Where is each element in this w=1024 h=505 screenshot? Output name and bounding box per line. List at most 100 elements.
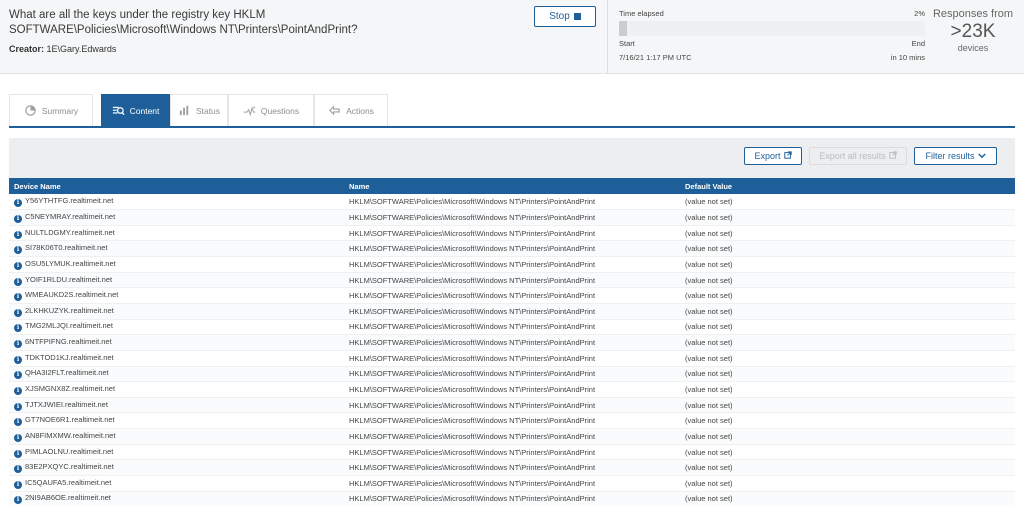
- device-name-cell: i TMG2MLJQI.realtimeit.net: [9, 319, 344, 336]
- device-name-cell: i TJTXJWIEI.realtimeit.net: [9, 397, 344, 414]
- device-name: Y56YTHTFG.realtimeit.net: [25, 196, 114, 206]
- filter-results-button[interactable]: Filter results: [914, 147, 997, 165]
- device-name: 6NTFPIFNG.realtimeit.net: [25, 337, 112, 347]
- info-icon[interactable]: i: [14, 308, 22, 317]
- table-row[interactable]: i TDKTOD1KJ.realtimeit.net HKLM\SOFTWARE\P…: [9, 350, 1015, 367]
- device-name: TJTXJWIEI.realtimeit.net: [25, 399, 108, 409]
- device-name-cell: i IC5QAUFA5.realtimeit.net: [9, 475, 344, 492]
- default-value-cell: (value not set): [680, 334, 1015, 351]
- device-name: GT7NOE6R1.realtimeit.net: [25, 415, 115, 425]
- info-icon[interactable]: i: [14, 402, 22, 411]
- info-icon[interactable]: i: [14, 480, 22, 489]
- svg-text:+: +: [252, 104, 256, 110]
- info-icon[interactable]: i: [14, 214, 22, 223]
- default-value-cell: (value not set): [680, 194, 1015, 211]
- table-row[interactable]: i 6NTFPIFNG.realtimeit.net HKLM\SOFTWARE\P…: [9, 334, 1015, 351]
- default-value-cell: (value not set): [680, 256, 1015, 273]
- table-row[interactable]: i GT7NOE6R1.realtimeit.net HKLM\SOFTWARE\P…: [9, 412, 1015, 430]
- tab-content[interactable]: Content: [101, 94, 170, 127]
- table-row[interactable]: i PIMLAOLNU.realtimeit.net HKLM\SOFTWARE\P…: [9, 444, 1015, 461]
- default-value-cell: (value not set): [680, 240, 1015, 258]
- column-header-default-value[interactable]: Default Value: [680, 178, 1015, 194]
- creator-value: 1E\Gary.Edwards: [46, 44, 117, 54]
- default-value-cell: (value not set): [680, 412, 1015, 430]
- column-header-device-name[interactable]: Device Name: [9, 178, 344, 194]
- info-icon[interactable]: i: [14, 449, 22, 458]
- registry-key-cell: HKLM\SOFTWARE\Policies\Microsoft\Windows…: [344, 303, 680, 320]
- export-all-button[interactable]: Export all results: [809, 147, 907, 165]
- registry-key-cell: HKLM\SOFTWARE\Policies\Microsoft\Windows…: [344, 319, 680, 336]
- tab-questions[interactable]: + Questions: [228, 94, 314, 127]
- tab-summary[interactable]: Summary: [9, 94, 93, 127]
- info-icon[interactable]: i: [14, 418, 22, 427]
- table-row[interactable]: i WMEAUKD2S.realtimeit.net HKLM\SOFTWARE\P…: [9, 287, 1015, 304]
- creator-line: Creator: 1E\Gary.Edwards: [9, 44, 116, 54]
- info-icon[interactable]: i: [14, 246, 22, 255]
- registry-key-cell: HKLM\SOFTWARE\Policies\Microsoft\Windows…: [344, 240, 680, 258]
- default-value-cell: (value not set): [680, 491, 1015, 505]
- default-value-cell: (value not set): [680, 381, 1015, 398]
- info-icon[interactable]: i: [14, 324, 22, 333]
- registry-key-cell: HKLM\SOFTWARE\Policies\Microsoft\Windows…: [344, 366, 680, 383]
- header-divider: [607, 0, 608, 74]
- info-icon[interactable]: i: [14, 230, 22, 239]
- export-label: Export: [754, 151, 781, 161]
- registry-key-cell: HKLM\SOFTWARE\Policies\Microsoft\Windows…: [344, 491, 680, 505]
- table-row[interactable]: i YOIF1RLDU.realtimeit.net HKLM\SOFTWARE\P…: [9, 272, 1015, 289]
- registry-key-cell: HKLM\SOFTWARE\Policies\Microsoft\Windows…: [344, 428, 680, 445]
- default-value-cell: (value not set): [680, 475, 1015, 492]
- table-row[interactable]: i Y56YTHTFG.realtimeit.net HKLM\SOFTWARE\P…: [9, 194, 1015, 211]
- tab-status[interactable]: Status: [170, 94, 228, 127]
- device-name-cell: i Y56YTHTFG.realtimeit.net: [9, 194, 344, 211]
- registry-key-cell: HKLM\SOFTWARE\Policies\Microsoft\Windows…: [344, 397, 680, 414]
- device-name: OSU5LYMUK.realtimeit.net: [25, 258, 116, 268]
- creator-label: Creator:: [9, 44, 45, 54]
- registry-key-cell: HKLM\SOFTWARE\Policies\Microsoft\Windows…: [344, 444, 680, 461]
- tab-summary-label: Summary: [41, 106, 79, 116]
- start-label: Start: [619, 39, 635, 48]
- table-row[interactable]: i C5NEYMRAY.realtimeit.net HKLM\SOFTWARE\P…: [9, 209, 1015, 226]
- table-row[interactable]: i AN8FIMXMW.realtimeit.net HKLM\SOFTWARE\P…: [9, 428, 1015, 445]
- table-row[interactable]: i TJTXJWIEI.realtimeit.net HKLM\SOFTWARE\P…: [9, 397, 1015, 414]
- info-icon[interactable]: i: [14, 293, 22, 302]
- device-name: 2NI9AB6OE.realtimeit.net: [25, 493, 111, 503]
- table-row[interactable]: i QHA3I2FLT.realtimeit.net HKLM\SOFTWARE\P…: [9, 366, 1015, 383]
- device-name-cell: i NULTLDGMY.realtimeit.net: [9, 225, 344, 242]
- registry-key-cell: HKLM\SOFTWARE\Policies\Microsoft\Windows…: [344, 225, 680, 242]
- tab-status-label: Status: [195, 106, 221, 116]
- info-icon[interactable]: i: [14, 465, 22, 474]
- export-button[interactable]: Export: [744, 147, 802, 165]
- table-row[interactable]: i NULTLDGMY.realtimeit.net HKLM\SOFTWARE\P…: [9, 225, 1015, 242]
- default-value-cell: (value not set): [680, 319, 1015, 336]
- info-icon[interactable]: i: [14, 199, 22, 208]
- info-icon[interactable]: i: [14, 387, 22, 395]
- status-icon: [178, 104, 191, 119]
- info-icon[interactable]: i: [14, 261, 22, 270]
- export-all-label: Export all results: [819, 151, 886, 161]
- table-body: i Y56YTHTFG.realtimeit.net HKLM\SOFTWARE\P…: [9, 194, 1015, 505]
- info-icon[interactable]: i: [14, 433, 22, 442]
- table-row[interactable]: i OSU5LYMUK.realtimeit.net HKLM\SOFTWARE\P…: [9, 256, 1015, 273]
- table-row[interactable]: i SI78K06T0.realtimeit.net HKLM\SOFTWARE\P…: [9, 240, 1015, 258]
- column-header-name[interactable]: Name: [344, 178, 680, 194]
- table-row[interactable]: i 2NI9AB6OE.realtimeit.net HKLM\SOFTWARE\P…: [9, 491, 1015, 505]
- info-icon[interactable]: i: [14, 355, 22, 364]
- info-icon[interactable]: i: [14, 277, 22, 286]
- device-name-cell: i 83E2PXQYC.realtimeit.net: [9, 459, 344, 477]
- table-row[interactable]: i IC5QAUFA5.realtimeit.net HKLM\SOFTWARE\P…: [9, 475, 1015, 492]
- tab-actions[interactable]: Actions: [314, 94, 388, 127]
- info-icon[interactable]: i: [14, 496, 22, 505]
- info-icon[interactable]: i: [14, 371, 22, 380]
- table-row[interactable]: i XJSMGNX8Z.realtimeit.net HKLM\SOFTWARE\P…: [9, 381, 1015, 398]
- device-name: SI78K06T0.realtimeit.net: [25, 243, 108, 253]
- tab-questions-label: Questions: [260, 106, 300, 116]
- device-name-cell: i YOIF1RLDU.realtimeit.net: [9, 272, 344, 289]
- default-value-cell: (value not set): [680, 397, 1015, 414]
- table-row[interactable]: i 83E2PXQYC.realtimeit.net HKLM\SOFTWARE\P…: [9, 459, 1015, 477]
- info-icon[interactable]: i: [14, 340, 22, 349]
- stop-button[interactable]: Stop: [534, 6, 596, 27]
- device-name: PIMLAOLNU.realtimeit.net: [25, 446, 114, 456]
- table-row[interactable]: i 2LKHKUZYK.realtimeit.net HKLM\SOFTWARE\P…: [9, 303, 1015, 320]
- table-row[interactable]: i TMG2MLJQI.realtimeit.net HKLM\SOFTWARE\P…: [9, 319, 1015, 336]
- device-name: AN8FIMXMW.realtimeit.net: [25, 430, 116, 440]
